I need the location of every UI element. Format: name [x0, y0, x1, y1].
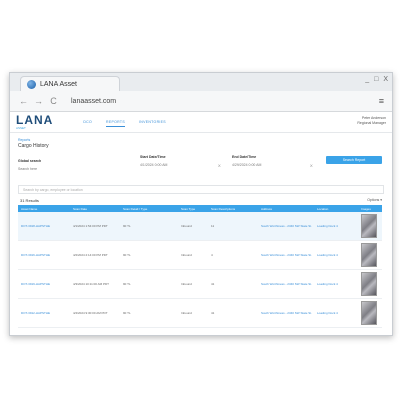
- col-scan-descriptions[interactable]: Scan Descriptions: [208, 205, 258, 212]
- scan-type: Inbound: [178, 240, 208, 270]
- table-row[interactable]: DOT-3919-HAPSTHE 4/3/2024 10:11:00 AM PD…: [18, 269, 382, 299]
- asset-name[interactable]: DOT-3916-HAPSTHE: [18, 240, 70, 270]
- address[interactable]: South Worthiness - 2340 SW State St.: [258, 298, 314, 328]
- scan-detail: 90 TL: [120, 212, 178, 241]
- col-scan-detail[interactable]: Scan Detail / Type: [120, 205, 178, 212]
- user-menu[interactable]: Peter Anderson Regional Manager: [357, 116, 386, 126]
- results-bar: 31 Results Options ▾: [10, 194, 392, 205]
- nav-item-inventories[interactable]: INVENTORIES: [139, 118, 166, 127]
- location[interactable]: Loading Dock 4: [314, 298, 358, 328]
- start-date-filter[interactable]: Start Date/Time 4/1/2024 0:00 AM: [140, 155, 167, 167]
- scan-type: Inbound: [178, 212, 208, 241]
- back-icon[interactable]: ←: [18, 96, 29, 106]
- search-report-button[interactable]: Search Report: [326, 156, 382, 164]
- col-location[interactable]: Location: [314, 205, 358, 212]
- page-header: Reports Cargo History: [10, 133, 392, 149]
- col-asset-name[interactable]: Asset Name: [18, 205, 70, 212]
- scan-descriptions: 11: [208, 212, 258, 241]
- location[interactable]: Loading Dock 4: [314, 240, 358, 270]
- nav-item-reports[interactable]: REPORTS: [106, 118, 125, 127]
- scan-detail: 90 TL: [120, 269, 178, 299]
- app-logo[interactable]: LANA ASSET: [16, 114, 53, 130]
- address[interactable]: South Worthiness - 2340 SW State St.: [258, 269, 314, 299]
- end-date-filter[interactable]: End Date/Time 4/29/2024 0:00 AM: [232, 155, 261, 167]
- scan-detail: 90 TL: [120, 240, 178, 270]
- clear-start-icon[interactable]: X: [218, 163, 221, 168]
- location[interactable]: Loading Dock 4: [314, 269, 358, 299]
- cargo-history-table: Asset Name Scan Date Scan Detail / Type …: [18, 205, 382, 328]
- scan-type: Inbound: [178, 298, 208, 328]
- scan-date: 4/3/2024 10:11:00 AM PDT: [70, 269, 120, 299]
- image-cell[interactable]: [358, 212, 382, 241]
- col-images[interactable]: Images: [358, 205, 382, 212]
- scan-descriptions: 41: [208, 269, 258, 299]
- cargo-image-thumbnail[interactable]: [361, 272, 377, 296]
- scan-type: Inbound: [178, 269, 208, 299]
- scan-date: 4/4/2024 9:30:00 AM PDT: [70, 298, 120, 328]
- browser-window: LANA Asset _ □ X ← → C lanaasset.com ≡ L…: [9, 72, 393, 336]
- scan-date: 4/1/2024 1:54:00 PM PDT: [70, 212, 120, 241]
- tab-title: LANA Asset: [40, 80, 77, 88]
- results-count: 31 Results: [20, 198, 39, 203]
- address[interactable]: South Worthiness - 2340 SW State St.: [258, 240, 314, 270]
- app-content: LANA ASSET DCO REPORTS INVENTORIES Peter…: [10, 112, 392, 335]
- scan-date: 4/2/2024 2:14:00 PM PDT: [70, 240, 120, 270]
- reload-icon[interactable]: C: [48, 96, 59, 106]
- cargo-image-thumbnail[interactable]: [361, 214, 377, 238]
- address-bar: ← → C lanaasset.com ≡: [10, 91, 392, 112]
- main-nav: DCO REPORTS INVENTORIES: [83, 118, 166, 127]
- url-field[interactable]: lanaasset.com: [71, 98, 116, 105]
- options-dropdown[interactable]: Options ▾: [367, 198, 382, 203]
- window-controls: _ □ X: [365, 76, 388, 83]
- asset-name[interactable]: DOT-3919-HAPSTHE: [18, 269, 70, 299]
- image-cell[interactable]: [358, 298, 382, 328]
- maximize-icon[interactable]: □: [374, 76, 378, 83]
- cargo-image-thumbnail[interactable]: [361, 243, 377, 267]
- image-cell[interactable]: [358, 269, 382, 299]
- title-bar: LANA Asset _ □ X: [10, 73, 392, 91]
- image-cell[interactable]: [358, 240, 382, 270]
- browser-tab[interactable]: LANA Asset: [20, 76, 120, 91]
- clear-end-icon[interactable]: X: [310, 163, 313, 168]
- scan-descriptions: 41: [208, 298, 258, 328]
- table-row[interactable]: DOT-3916-HAPSTHE 4/2/2024 2:14:00 PM PDT…: [18, 240, 382, 270]
- breadcrumb[interactable]: Reports: [18, 138, 384, 142]
- scan-detail: 90 TL: [120, 298, 178, 328]
- col-scan-date[interactable]: Scan Date: [70, 205, 120, 212]
- lana-logo-icon: [27, 79, 36, 89]
- global-search-filter[interactable]: Global search Search here: [18, 159, 41, 171]
- filter-bar: Global search Search here Start Date/Tim…: [10, 149, 392, 185]
- asset-name[interactable]: DOT-3912-HAPSTHE: [18, 298, 70, 328]
- app-header: LANA ASSET DCO REPORTS INVENTORIES Peter…: [10, 112, 392, 133]
- search-input[interactable]: Search by cargo, employee or location: [18, 185, 384, 194]
- table-header-row: Asset Name Scan Date Scan Detail / Type …: [18, 205, 382, 212]
- table-row[interactable]: DOT-3918-HAPSTHE 4/1/2024 1:54:00 PM PDT…: [18, 212, 382, 241]
- location[interactable]: Loading Dock 4: [314, 212, 358, 241]
- table-row[interactable]: DOT-3912-HAPSTHE 4/4/2024 9:30:00 AM PDT…: [18, 298, 382, 328]
- scan-descriptions: 4: [208, 240, 258, 270]
- nav-item-dco[interactable]: DCO: [83, 118, 92, 127]
- browser-menu-icon[interactable]: ≡: [379, 96, 384, 106]
- cargo-image-thumbnail[interactable]: [361, 301, 377, 325]
- minimize-icon[interactable]: _: [365, 76, 369, 83]
- col-address[interactable]: Address: [258, 205, 314, 212]
- address[interactable]: South Worthiness - 2340 SW State St.: [258, 212, 314, 241]
- asset-name[interactable]: DOT-3918-HAPSTHE: [18, 212, 70, 241]
- forward-icon[interactable]: →: [33, 96, 44, 106]
- col-scan-type[interactable]: Scan Type: [178, 205, 208, 212]
- close-icon[interactable]: X: [383, 76, 388, 83]
